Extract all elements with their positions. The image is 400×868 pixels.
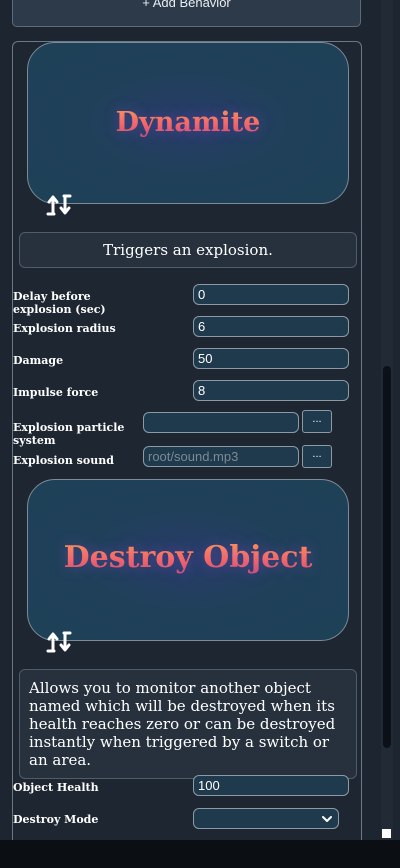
dynamite-card[interactable]: Dynamite [27, 42, 349, 216]
sound-input[interactable]: root/sound.mp3 [143, 446, 299, 467]
destroy-object-description: Allows you to monitor another object nam… [19, 669, 357, 779]
scrollbar-thumb[interactable] [383, 366, 391, 748]
field-label-damage: Damage [13, 354, 64, 367]
destroy-mode-select[interactable] [193, 808, 339, 829]
bottom-bar [0, 840, 400, 868]
damage-input[interactable]: 50 [193, 348, 349, 369]
swap-arrows-icon[interactable] [46, 630, 72, 654]
resize-corner [382, 829, 391, 838]
field-label-destroy-mode: Destroy Mode [13, 813, 99, 826]
destroy-object-card[interactable]: Destroy Object [27, 479, 349, 653]
add-behavior-label: + Add Behavior [142, 0, 231, 10]
object-health-input[interactable]: 100 [193, 775, 349, 796]
radius-input[interactable]: 6 [193, 316, 349, 337]
field-label-health: Object Health [13, 781, 99, 794]
field-label-delay: Delay before explosion (sec) [13, 290, 106, 316]
sound-browse-button[interactable]: ... [302, 445, 332, 468]
field-label-impulse: Impulse force [13, 386, 99, 399]
field-label-particle: Explosion particle system [13, 421, 125, 447]
dynamite-description: Triggers an explosion. [19, 232, 357, 268]
dynamite-title: Dynamite [28, 107, 348, 138]
chevron-down-icon [322, 816, 332, 822]
impulse-input[interactable]: 8 [193, 380, 349, 401]
field-label-sound: Explosion sound [13, 454, 114, 467]
particle-input[interactable] [143, 412, 299, 433]
particle-browse-button[interactable]: ... [302, 410, 332, 433]
destroy-object-title: Destroy Object [28, 540, 348, 575]
field-label-radius: Explosion radius [13, 322, 116, 335]
delay-input[interactable]: 0 [193, 284, 349, 305]
swap-arrows-icon[interactable] [46, 193, 72, 217]
add-behavior-button[interactable]: + Add Behavior [12, 0, 361, 27]
